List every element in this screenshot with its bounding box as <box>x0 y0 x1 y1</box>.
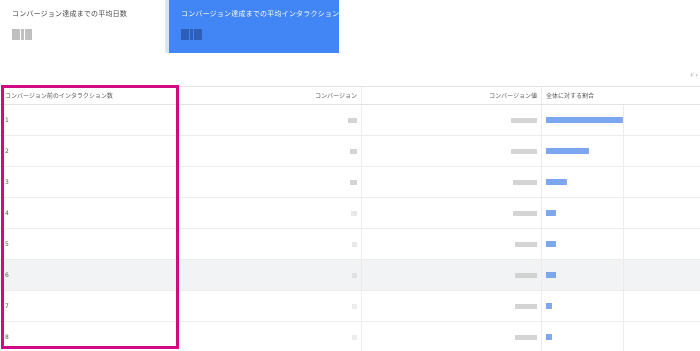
row-value-blurred <box>362 229 542 259</box>
share-bar <box>546 334 552 340</box>
row-label: 3 <box>5 178 9 186</box>
row-share-bar <box>542 229 624 259</box>
row-conversions-blurred <box>180 198 362 228</box>
row-value-blurred <box>362 291 542 321</box>
row-share-bar <box>542 105 624 135</box>
share-bar <box>546 303 552 309</box>
row-conversions-blurred <box>180 229 362 259</box>
table-row: 4 <box>0 198 700 229</box>
row-value-blurred <box>362 198 542 228</box>
row-share-bar <box>542 291 624 321</box>
tab-avg-interactions-label: コンバージョン達成までの平均インタラクション数 <box>181 10 347 18</box>
row-value-blurred <box>362 136 542 166</box>
row-conversions-blurred <box>180 322 362 351</box>
share-bar <box>546 117 623 123</box>
table-row: 3 <box>0 167 700 198</box>
table-header-row: コンバージョン前のインタラクション数 コンバージョン コンバージョン値 全体に対… <box>0 86 700 105</box>
row-conversions-blurred <box>180 105 362 135</box>
row-conversions-blurred <box>180 260 362 290</box>
row-value-blurred <box>362 105 542 135</box>
row-label: 7 <box>5 302 9 310</box>
row-label: 6 <box>5 271 9 279</box>
table-row: 2 <box>0 136 700 167</box>
share-bar <box>546 148 589 154</box>
table-row: 8 <box>0 322 700 351</box>
table-row: 1 <box>0 105 700 136</box>
header-share-of-total[interactable]: 全体に対する割合 <box>542 87 624 104</box>
row-label: 8 <box>5 333 9 341</box>
tab-avg-days-to-conversion[interactable]: コンバージョン達成までの平均日数 <box>0 0 166 53</box>
share-bar <box>546 210 556 216</box>
row-share-bar <box>542 260 624 290</box>
header-interactions-before-conversion[interactable]: コンバージョン前のインタラクション数 <box>5 87 175 104</box>
tab-avg-interactions-value-blurred <box>181 25 205 40</box>
table-row: 7 <box>0 291 700 322</box>
row-value-blurred <box>362 260 542 290</box>
row-share-bar <box>542 136 624 166</box>
share-bar <box>546 241 556 247</box>
share-bar <box>546 179 567 185</box>
row-label: 5 <box>5 240 9 248</box>
row-conversions-blurred <box>180 167 362 197</box>
interactions-table: コンバージョン前のインタラクション数 コンバージョン コンバージョン値 全体に対… <box>0 86 700 351</box>
row-share-bar <box>542 198 624 228</box>
table-row-hovered[interactable]: 6 <box>0 260 700 291</box>
row-conversions-blurred <box>180 136 362 166</box>
row-share-bar <box>542 322 624 351</box>
metric-tabs: コンバージョン達成までの平均日数 コンバージョン達成までの平均インタラクション数 <box>0 0 700 56</box>
header-conversion-value[interactable]: コンバージョン値 <box>362 87 542 104</box>
date-note-blurred: ｷﾞｬ <box>690 73 698 79</box>
row-value-blurred <box>362 167 542 197</box>
table-row: 5 <box>0 229 700 260</box>
tab-avg-interactions-to-conversion[interactable]: コンバージョン達成までの平均インタラクション数 <box>169 0 347 53</box>
row-share-bar <box>542 167 624 197</box>
tab-avg-days-value-blurred <box>12 25 34 40</box>
share-bar <box>546 272 556 278</box>
tab-avg-days-label: コンバージョン達成までの平均日数 <box>12 10 128 18</box>
row-label: 4 <box>5 209 9 217</box>
row-label: 2 <box>5 147 9 155</box>
row-label: 1 <box>5 116 9 124</box>
header-conversions[interactable]: コンバージョン <box>180 87 362 104</box>
row-conversions-blurred <box>180 291 362 321</box>
row-value-blurred <box>362 322 542 351</box>
